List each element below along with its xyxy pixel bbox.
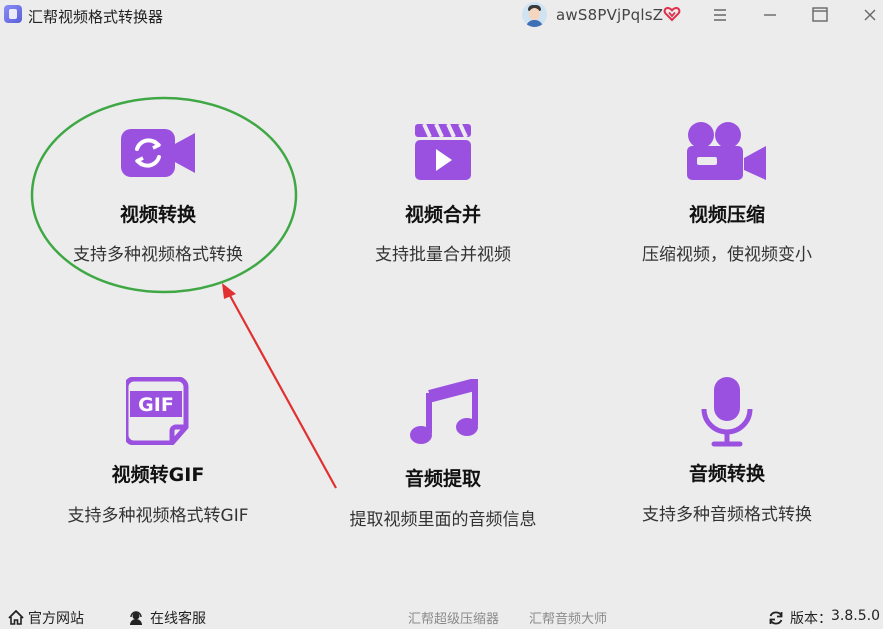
compressor-app-link[interactable]: 汇帮超级压缩器 [408, 608, 499, 627]
menu-icon[interactable] [710, 5, 730, 25]
feature-title: 视频转GIF [111, 464, 205, 486]
feature-title: 视频合并 [404, 204, 481, 226]
app-logo-icon [4, 5, 22, 23]
feature-audio-convert[interactable]: 音频转换 支持多种音频格式转换 [597, 375, 857, 535]
feature-title: 音频提取 [404, 468, 481, 490]
feature-video-merge[interactable]: 视频合并 支持批量合并视频 [313, 120, 573, 280]
pointer-arrowhead [222, 283, 236, 299]
vip-heart-icon[interactable] [663, 5, 681, 23]
feature-video-to-gif[interactable]: GIF 视频转GIF 支持多种视频格式转GIF [28, 375, 288, 535]
app-title: 汇帮视频格式转换器 [28, 8, 164, 26]
gif-file-icon: GIF [126, 377, 189, 445]
feature-desc: 支持批量合并视频 [375, 245, 511, 265]
minimize-icon[interactable] [760, 5, 780, 25]
feature-title: 视频转换 [119, 204, 196, 226]
feature-desc: 支持多种视频格式转GIF [67, 506, 249, 526]
clapperboard-icon [415, 123, 471, 180]
online-support-link[interactable]: 在线客服 [150, 608, 206, 628]
music-note-icon [410, 379, 478, 444]
footer: 官方网站 在线客服 汇帮超级压缩器 汇帮音频大师 版本： 3.8.5.0 [0, 605, 883, 629]
close-icon[interactable] [860, 5, 880, 25]
maximize-icon[interactable] [810, 5, 830, 25]
feature-desc: 支持多种视频格式转换 [73, 245, 243, 265]
official-website-link[interactable]: 官方网站 [28, 608, 84, 628]
video-convert-icon [121, 129, 195, 177]
feature-audio-extract[interactable]: 音频提取 提取视频里面的音频信息 [313, 375, 573, 535]
feature-video-compress[interactable]: 视频压缩 压缩视频，使视频变小 [597, 120, 857, 280]
audio-app-link[interactable]: 汇帮音频大师 [529, 608, 607, 627]
feature-video-convert[interactable]: 视频转换 支持多种视频格式转换 [28, 120, 288, 280]
feature-desc: 压缩视频，使视频变小 [642, 245, 812, 265]
home-icon[interactable] [8, 610, 24, 625]
feature-desc: 支持多种音频格式转换 [642, 505, 812, 525]
video-camera-icon [687, 122, 766, 180]
version-label: 版本： [790, 611, 832, 627]
microphone-icon [701, 377, 753, 447]
svg-text:GIF: GIF [138, 394, 174, 416]
feature-desc: 提取视频里面的音频信息 [349, 510, 537, 530]
user-avatar[interactable] [522, 2, 547, 27]
version-number: 3.8.5.0 [831, 608, 880, 624]
feature-title: 视频压缩 [688, 204, 765, 226]
feature-title: 音频转换 [688, 463, 765, 485]
title-bar: 汇帮视频格式转换器 awS8PVjPqlsZ [0, 0, 883, 32]
refresh-icon[interactable] [768, 610, 784, 626]
username[interactable]: awS8PVjPqlsZ [556, 6, 663, 24]
customer-service-icon[interactable] [128, 610, 144, 626]
